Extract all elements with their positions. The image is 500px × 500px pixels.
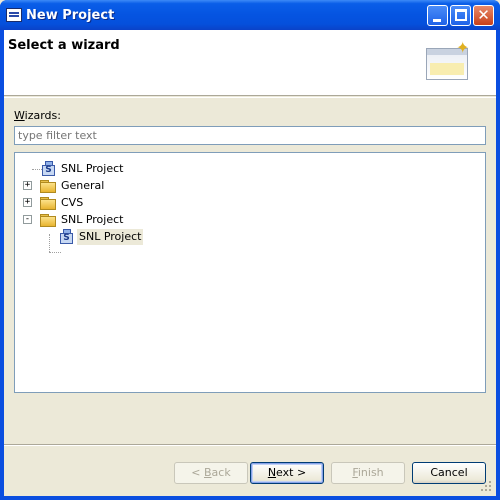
tree-item-label: CVS [61, 196, 84, 209]
finish-button[interactable]: Finish [331, 462, 405, 484]
tree-item-snl-project-folder[interactable]: - SNL Project [15, 212, 485, 228]
snl-project-icon: S [59, 229, 75, 245]
snl-project-icon: S [41, 161, 57, 177]
wizard-tree[interactable]: S SNL Project + General + CVS - SNL Proj… [14, 152, 486, 393]
title-bar[interactable]: New Project ✕ [0, 0, 500, 30]
banner-divider [4, 97, 496, 98]
wizard-banner: Select a wizard ✦ [4, 30, 496, 96]
button-bar-separator [4, 444, 496, 446]
resize-grip-icon[interactable] [480, 480, 492, 492]
expand-icon[interactable]: + [23, 181, 32, 190]
dialog-window: New Project ✕ Select a wizard ✦ Wizards:… [0, 0, 500, 500]
tree-item-snl-project-child[interactable]: S SNL Project [15, 229, 485, 245]
maximize-button[interactable] [450, 5, 471, 26]
close-icon: ✕ [477, 6, 490, 24]
tree-item-label: General [61, 179, 105, 192]
tree-item-general[interactable]: + General [15, 178, 485, 194]
window-title: New Project [26, 8, 115, 23]
next-button[interactable]: Next > [250, 462, 324, 484]
tree-item-cvs[interactable]: + CVS [15, 195, 485, 211]
cancel-button[interactable]: Cancel [412, 462, 486, 484]
minimize-icon [433, 19, 441, 22]
tree-connector [49, 252, 61, 253]
folder-icon [40, 180, 56, 193]
tree-item-label: SNL Project [61, 213, 124, 226]
folder-open-icon [40, 214, 56, 227]
back-button[interactable]: < Back [174, 462, 248, 484]
close-button[interactable]: ✕ [473, 5, 494, 26]
dialog-client-area: Select a wizard ✦ Wizards: S SNL Project… [4, 30, 496, 496]
tree-item-snl-project[interactable]: S SNL Project [15, 161, 485, 177]
minimize-button[interactable] [427, 5, 448, 26]
wizard-window-sparkle-icon: ✦ [426, 38, 472, 82]
maximize-icon [455, 9, 467, 21]
collapse-icon[interactable]: - [23, 215, 32, 224]
wizards-label: Wizards: [14, 109, 61, 122]
tree-item-label: SNL Project [77, 229, 144, 245]
tree-item-label: SNL Project [61, 162, 124, 175]
folder-icon [40, 197, 56, 210]
filter-input[interactable] [14, 126, 486, 145]
eclipse-app-icon [6, 8, 22, 22]
page-title: Select a wizard [8, 38, 120, 53]
expand-icon[interactable]: + [23, 198, 32, 207]
